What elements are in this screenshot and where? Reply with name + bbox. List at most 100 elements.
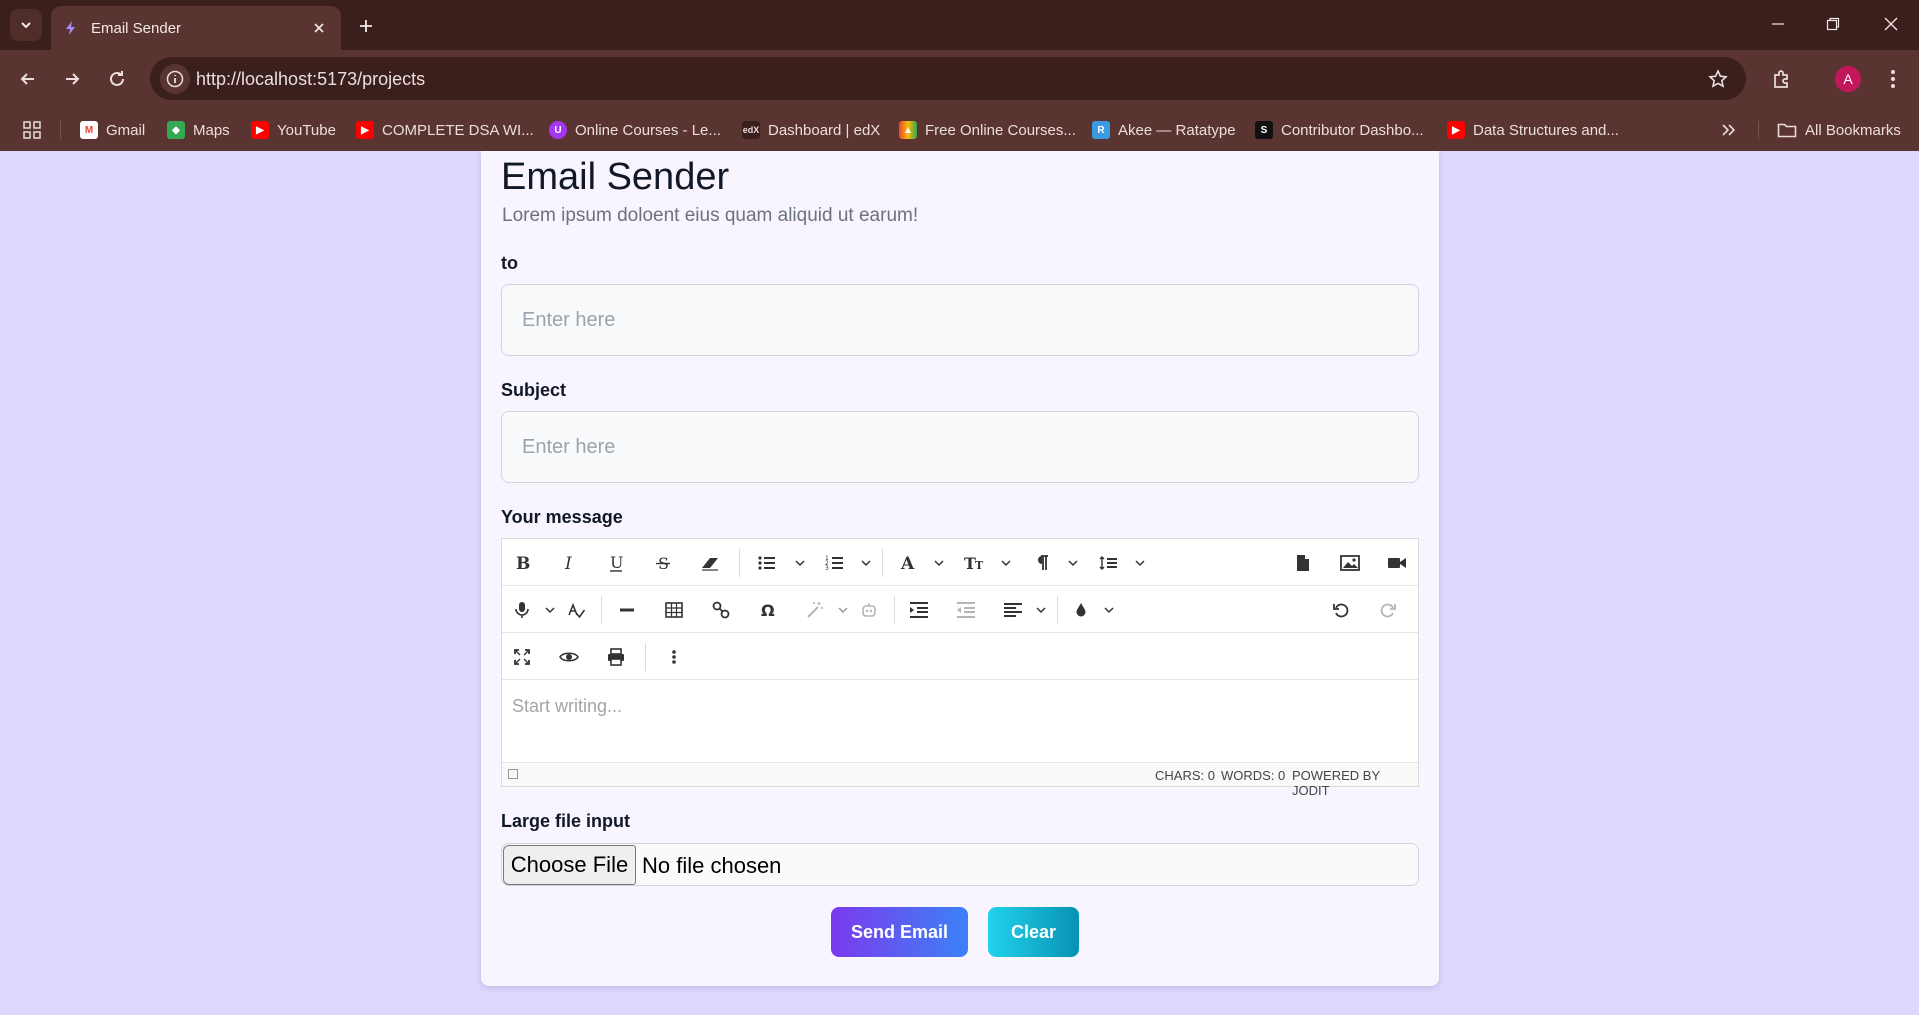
underline-button[interactable]: U — [601, 548, 631, 578]
powered-by-link[interactable]: POWERED BY JODIT — [1292, 768, 1418, 798]
unordered-list-button[interactable] — [752, 548, 782, 578]
speech-recognition-dropdown[interactable] — [542, 595, 558, 625]
back-button[interactable] — [12, 63, 44, 95]
fullscreen-button[interactable] — [507, 642, 537, 672]
font-dropdown[interactable] — [931, 548, 947, 578]
outdent-button[interactable] — [951, 595, 981, 625]
source-toggle-icon[interactable] — [508, 769, 518, 779]
editor-content-area[interactable] — [502, 682, 1418, 762]
ai-commands-button[interactable] — [800, 595, 830, 625]
undo-icon — [1333, 603, 1349, 618]
paragraph-dropdown[interactable] — [1065, 548, 1081, 578]
tab-close-button[interactable] — [309, 18, 329, 38]
browser-tab[interactable]: Email Sender — [51, 6, 341, 50]
bookmark-label: Free Online Courses... — [925, 121, 1076, 139]
insert-link-button[interactable] — [706, 595, 736, 625]
browser-menu-button[interactable] — [1877, 63, 1909, 95]
font-button[interactable]: A — [893, 548, 923, 578]
plus-icon — [360, 20, 372, 32]
apps-button[interactable] — [20, 118, 44, 142]
align-button[interactable] — [998, 595, 1028, 625]
bookmark-star-button[interactable] — [1706, 67, 1730, 91]
numbered-list-icon: 123 — [825, 555, 843, 572]
line-height-dropdown[interactable] — [1132, 548, 1148, 578]
bookmark-gmail[interactable]: M Gmail — [80, 118, 145, 142]
align-dropdown[interactable] — [1033, 595, 1049, 625]
profile-avatar[interactable]: A — [1835, 66, 1861, 92]
browser-tabstrip: Email Sender — [0, 0, 1919, 50]
undo-button[interactable] — [1326, 595, 1356, 625]
bookmark-edx[interactable]: edX Dashboard | edX — [742, 118, 880, 142]
ai-assistant-button[interactable] — [854, 595, 884, 625]
text-color-button[interactable] — [1066, 595, 1096, 625]
forward-button[interactable] — [56, 63, 88, 95]
spellcheck-button[interactable] — [561, 595, 591, 625]
send-email-button[interactable]: Send Email — [831, 907, 968, 957]
bookmark-complete-dsa[interactable]: ▶ COMPLETE DSA WI... — [356, 118, 534, 142]
extensions-button[interactable] — [1766, 63, 1798, 95]
bookmarks-overflow-button[interactable] — [1716, 118, 1740, 142]
strikethrough-button[interactable]: S — [648, 548, 678, 578]
indent-button[interactable] — [904, 595, 934, 625]
bookmarks-divider — [1758, 121, 1759, 139]
horizontal-rule-button[interactable] — [612, 595, 642, 625]
font-icon: A — [900, 554, 915, 572]
font-size-dropdown[interactable] — [998, 548, 1014, 578]
new-tab-button[interactable] — [352, 12, 380, 40]
gmail-icon: M — [80, 121, 98, 139]
file-input[interactable]: Choose File No file chosen — [501, 843, 1419, 886]
editor-toolbar-row: B I U S 123 A TT — [502, 539, 1418, 586]
bookmark-label: Gmail — [106, 121, 146, 139]
restore-button[interactable] — [1811, 8, 1855, 40]
bookmark-youtube[interactable]: ▶ YouTube — [251, 118, 336, 142]
url-text[interactable]: http://localhost:5173/projects — [196, 69, 425, 90]
folder-icon — [1777, 123, 1797, 138]
bold-button[interactable]: B — [507, 548, 537, 578]
ordered-list-button[interactable]: 123 — [820, 548, 850, 578]
address-bar[interactable]: http://localhost:5173/projects — [150, 57, 1746, 100]
reload-button[interactable] — [101, 63, 133, 95]
eraser-icon — [702, 558, 718, 571]
bookmark-contributor-dashboard[interactable]: S Contributor Dashbo... — [1255, 118, 1424, 142]
minimize-button[interactable] — [1756, 8, 1800, 40]
tab-search-button[interactable] — [10, 9, 42, 41]
bookmark-online-courses[interactable]: U Online Courses - Le... — [549, 118, 721, 142]
editor-toolbar-row: Ω — [502, 586, 1418, 633]
line-height-button[interactable] — [1094, 548, 1124, 578]
site-info-button[interactable] — [160, 64, 190, 94]
speech-recognition-button[interactable] — [507, 595, 537, 625]
more-options-button[interactable] — [659, 642, 689, 672]
char-count: CHARS: 0 — [1155, 768, 1215, 783]
ordered-list-dropdown[interactable] — [858, 548, 874, 578]
eraser-button[interactable] — [695, 548, 725, 578]
svg-text:U: U — [610, 554, 623, 572]
font-size-button[interactable]: TT — [960, 548, 990, 578]
bookmark-data-structures[interactable]: ▶ Data Structures and... — [1447, 118, 1619, 142]
bookmark-free-online-courses[interactable]: ▲ Free Online Courses... — [899, 118, 1076, 142]
all-bookmarks-button[interactable]: All Bookmarks — [1777, 118, 1901, 142]
bookmark-maps[interactable]: ◆ Maps — [167, 118, 230, 142]
preview-button[interactable] — [554, 642, 584, 672]
clear-button[interactable]: Clear — [988, 907, 1079, 957]
insert-file-button[interactable] — [1288, 548, 1318, 578]
browser-toolbar: http://localhost:5173/projects — [0, 50, 1919, 108]
text-color-dropdown[interactable] — [1101, 595, 1117, 625]
robot-icon — [862, 603, 876, 617]
unordered-list-dropdown[interactable] — [792, 548, 808, 578]
special-character-button[interactable]: Ω — [753, 595, 783, 625]
insert-image-button[interactable] — [1335, 548, 1365, 578]
redo-button[interactable] — [1373, 595, 1403, 625]
choose-file-button[interactable]: Choose File — [503, 845, 636, 885]
paragraph-button[interactable] — [1027, 548, 1057, 578]
insert-video-button[interactable] — [1382, 548, 1412, 578]
bookmark-ratatype[interactable]: R Akee — Ratatype — [1092, 118, 1236, 142]
video-camera-icon — [1388, 558, 1406, 568]
close-window-button[interactable] — [1869, 8, 1913, 40]
ai-commands-dropdown[interactable] — [835, 595, 851, 625]
subject-input[interactable] — [501, 411, 1419, 483]
insert-table-button[interactable] — [659, 595, 689, 625]
print-button[interactable] — [601, 642, 631, 672]
italic-button[interactable]: I — [554, 548, 584, 578]
all-bookmarks-label: All Bookmarks — [1805, 121, 1901, 139]
to-input[interactable] — [501, 284, 1419, 356]
